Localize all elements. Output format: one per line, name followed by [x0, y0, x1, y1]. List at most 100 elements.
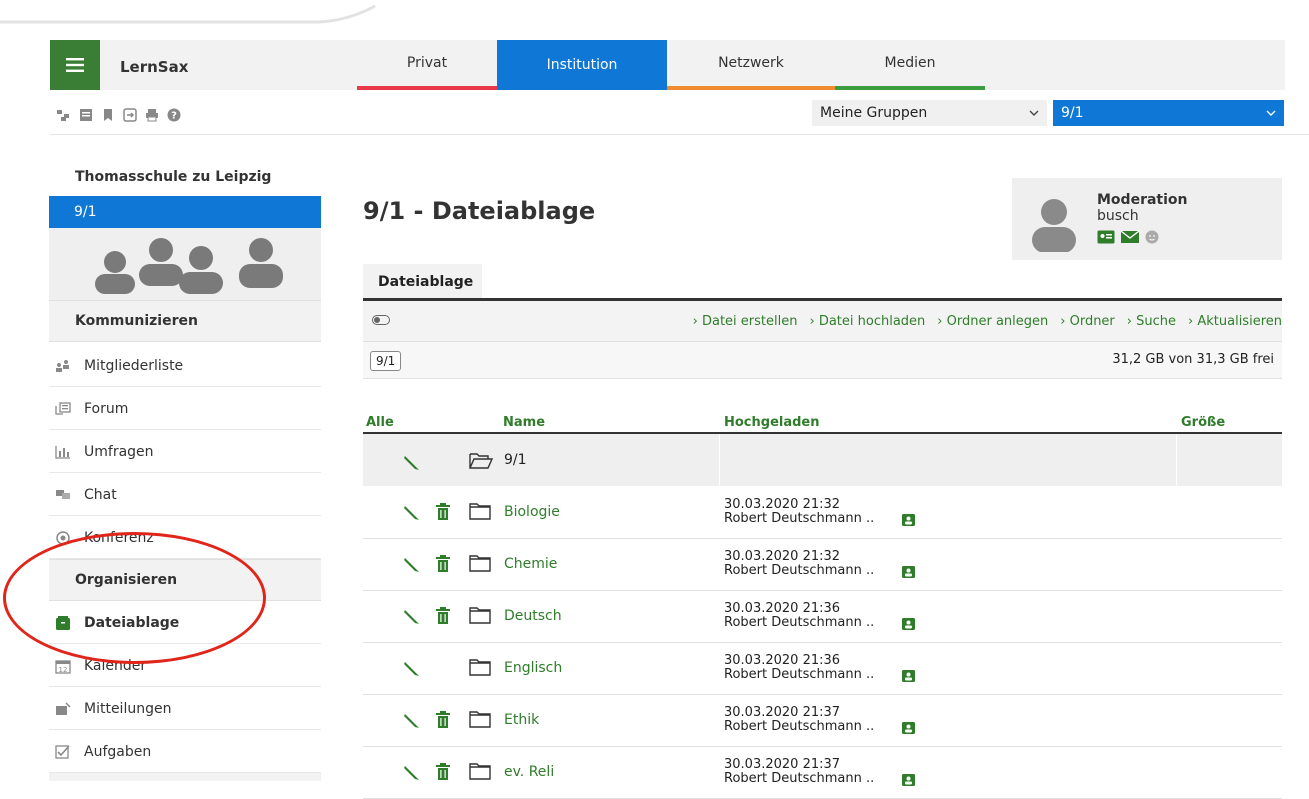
trash-icon[interactable]: [436, 607, 450, 624]
moderation-actions: [1097, 230, 1159, 244]
action-aktualisieren[interactable]: Aktualisieren: [1188, 314, 1282, 329]
checkbox-icon: [54, 744, 72, 760]
sidebar-item-forum[interactable]: Forum: [49, 388, 321, 430]
column-groesse[interactable]: Größe: [1181, 415, 1225, 430]
sidebar-item-umfragen[interactable]: Umfragen: [49, 431, 321, 473]
upload-date: 30.03.2020 21:37: [724, 705, 841, 720]
pencil-icon[interactable]: [402, 554, 422, 574]
action-datei-erstellen[interactable]: Datei erstellen: [693, 314, 798, 329]
decorative-curve: [0, 4, 376, 24]
trash-icon[interactable]: [436, 555, 450, 572]
column-alle[interactable]: Alle: [366, 415, 394, 430]
upload-date: 30.03.2020 21:32: [724, 497, 841, 512]
svg-text:12: 12: [59, 666, 68, 674]
toggle-switch[interactable]: [372, 315, 390, 325]
folder-name[interactable]: Deutsch: [504, 608, 562, 624]
bookmark-icon[interactable]: [101, 108, 115, 122]
tab-medien[interactable]: Medien: [835, 40, 985, 90]
trash-icon[interactable]: [436, 503, 450, 520]
pencil-icon[interactable]: [402, 502, 422, 522]
print-icon[interactable]: [145, 108, 159, 122]
chart-icon: [54, 444, 72, 460]
tab-institution[interactable]: Institution: [497, 40, 667, 90]
storage-quota: 31,2 GB von 31,3 GB frei: [1112, 352, 1274, 367]
help-icon[interactable]: ?: [167, 108, 181, 122]
upload-date: 30.03.2020 21:36: [724, 601, 841, 616]
uploader-name: Robert Deutschmann ..: [724, 511, 875, 526]
breadcrumb[interactable]: 9/1: [370, 351, 402, 371]
contact-card-icon[interactable]: [902, 618, 915, 630]
pencil-icon[interactable]: [402, 452, 422, 472]
contact-card-icon[interactable]: [902, 670, 915, 682]
brand-name: LernSax: [120, 58, 189, 76]
action-ordner-anlegen[interactable]: Ordner anlegen: [937, 314, 1049, 329]
contact-card-icon[interactable]: [902, 514, 915, 526]
moderation-title: Moderation: [1097, 192, 1188, 208]
trash-icon[interactable]: [436, 763, 450, 780]
divider: [719, 434, 720, 486]
action-datei-hochladen[interactable]: Datei hochladen: [809, 314, 925, 329]
folder-icon: [469, 503, 491, 520]
upload-date: 30.03.2020 21:32: [724, 549, 841, 564]
pencil-icon[interactable]: [402, 710, 422, 730]
logout-icon[interactable]: [123, 108, 137, 122]
page-title: 9/1 - Dateiablage: [363, 197, 596, 225]
sidebar-item-label: Aufgaben: [84, 743, 152, 760]
folder-open-icon: [469, 453, 493, 469]
pencil-icon[interactable]: [402, 658, 422, 678]
tab-netzwerk[interactable]: Netzwerk: [667, 40, 835, 90]
sidebar-active-group[interactable]: 9/1: [49, 196, 321, 228]
uploader-name: Robert Deutschmann ..: [724, 719, 875, 734]
folder-name[interactable]: Biologie: [504, 504, 560, 520]
sidebar-item-label: Mitteilungen: [84, 700, 172, 717]
contact-card-icon[interactable]: [902, 774, 915, 786]
folder-name[interactable]: Ethik: [504, 712, 539, 728]
forum-icon: [54, 401, 72, 417]
sidebar-item-mitgliederliste[interactable]: Mitgliederliste: [49, 345, 321, 387]
contact-card-icon[interactable]: [1097, 230, 1115, 244]
pencil-icon[interactable]: [402, 762, 422, 782]
action-suche[interactable]: Suche: [1127, 314, 1176, 329]
uploader-name: Robert Deutschmann ..: [724, 615, 875, 630]
pencil-icon[interactable]: [402, 606, 422, 626]
tab-privat[interactable]: Privat: [357, 40, 497, 90]
sidebar-item-chat[interactable]: Chat: [49, 474, 321, 516]
folder-name[interactable]: Englisch: [504, 660, 562, 676]
hamburger-icon: [66, 58, 84, 72]
group-people-icon: [95, 238, 283, 294]
sidebar-item-mitteilungen[interactable]: Mitteilungen: [49, 688, 321, 730]
annotation-circle: [3, 532, 266, 664]
folder-name[interactable]: 9/1: [504, 452, 527, 468]
action-ordner[interactable]: Ordner: [1060, 314, 1115, 329]
sidebar-section-kommunizieren: Kommunizieren: [49, 300, 321, 342]
mail-icon[interactable]: [1121, 230, 1139, 244]
contact-card-icon[interactable]: [902, 566, 915, 578]
sidebar-item-aufgaben[interactable]: Aufgaben: [49, 731, 321, 773]
menu-button[interactable]: [50, 40, 100, 90]
table-row-parent[interactable]: [363, 434, 1282, 486]
groups-select[interactable]: Meine Gruppen: [812, 100, 1047, 126]
class-select[interactable]: 9/1: [1053, 100, 1284, 126]
chat-icon: [54, 487, 72, 503]
trash-icon[interactable]: [436, 711, 450, 728]
sidebar-item-label: Umfragen: [84, 443, 154, 460]
file-actions: Datei erstellen Datei hochladen Ordner a…: [693, 314, 1282, 329]
message-icon: [54, 701, 72, 717]
contact-card-icon[interactable]: [902, 722, 915, 734]
sidebar-item-label: Chat: [84, 486, 117, 503]
column-name[interactable]: Name: [503, 415, 545, 430]
tab-dateiablage[interactable]: Dateiablage: [363, 264, 482, 300]
tree-icon[interactable]: [57, 108, 71, 122]
upload-date: 30.03.2020 21:37: [724, 757, 841, 772]
upload-date: 30.03.2020 21:36: [724, 653, 841, 668]
tool-icons: ?: [57, 108, 181, 122]
folder-icon: [469, 711, 491, 728]
avatar: [1032, 199, 1076, 252]
column-hochgeladen[interactable]: Hochgeladen: [724, 415, 820, 430]
folder-icon: [469, 659, 491, 676]
calendar-icon: 12: [54, 658, 72, 674]
members-icon: [54, 358, 72, 374]
folder-name[interactable]: Chemie: [504, 556, 557, 572]
note-icon[interactable]: [79, 108, 93, 122]
folder-name[interactable]: ev. Reli: [504, 764, 554, 780]
